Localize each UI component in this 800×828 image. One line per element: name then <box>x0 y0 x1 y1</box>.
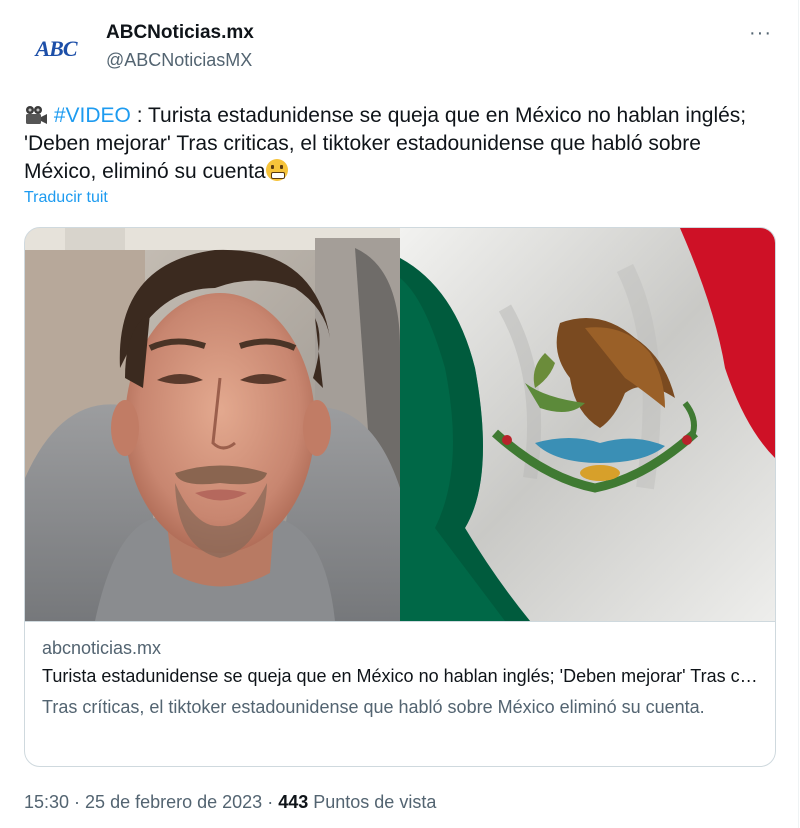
avatar[interactable]: ABC <box>24 22 88 76</box>
account-name[interactable]: ABCNoticias.mx <box>106 22 254 44</box>
hashtag-link[interactable]: #VIDEO <box>54 104 131 127</box>
tweet-date[interactable]: 25 de febrero de 2023 <box>85 792 262 812</box>
card-description: Tras críticas, el tiktoker estadounidens… <box>42 697 705 717</box>
tweet-text: #VIDEO : Turista estadunidense se queja … <box>24 102 764 186</box>
grimacing-face-emoji-icon <box>265 159 288 181</box>
tweet-time[interactable]: 15:30 <box>24 792 69 812</box>
tweet-body: : Turista estadunidense se queja que en … <box>24 104 747 183</box>
tweet: ABC ABCNoticias.mx @ABCNoticiasMX ··· #V… <box>0 0 799 828</box>
card-image <box>25 228 775 621</box>
more-options-icon[interactable]: ··· <box>749 22 772 45</box>
card-domain: abcnoticias.mx <box>42 638 162 658</box>
card-title: Turista estadunidense se queja que en Mé… <box>42 666 762 686</box>
translate-tweet-link[interactable]: Traducir tuit <box>24 189 108 207</box>
account-handle[interactable]: @ABCNoticiasMX <box>106 50 252 71</box>
view-count: 443 <box>278 792 309 812</box>
card-meta: abcnoticias.mx Turista estadunidense se … <box>25 621 775 766</box>
separator: · <box>262 792 279 812</box>
abc-logo: ABC <box>35 36 77 61</box>
tweet-footer: 15:30 · 25 de febrero de 2023 · 443 Punt… <box>24 792 436 813</box>
link-card[interactable]: abcnoticias.mx Turista estadunidense se … <box>24 227 776 767</box>
movie-camera-icon <box>24 105 48 125</box>
views-label: Puntos de vista <box>308 792 437 812</box>
separator: · <box>69 792 86 812</box>
